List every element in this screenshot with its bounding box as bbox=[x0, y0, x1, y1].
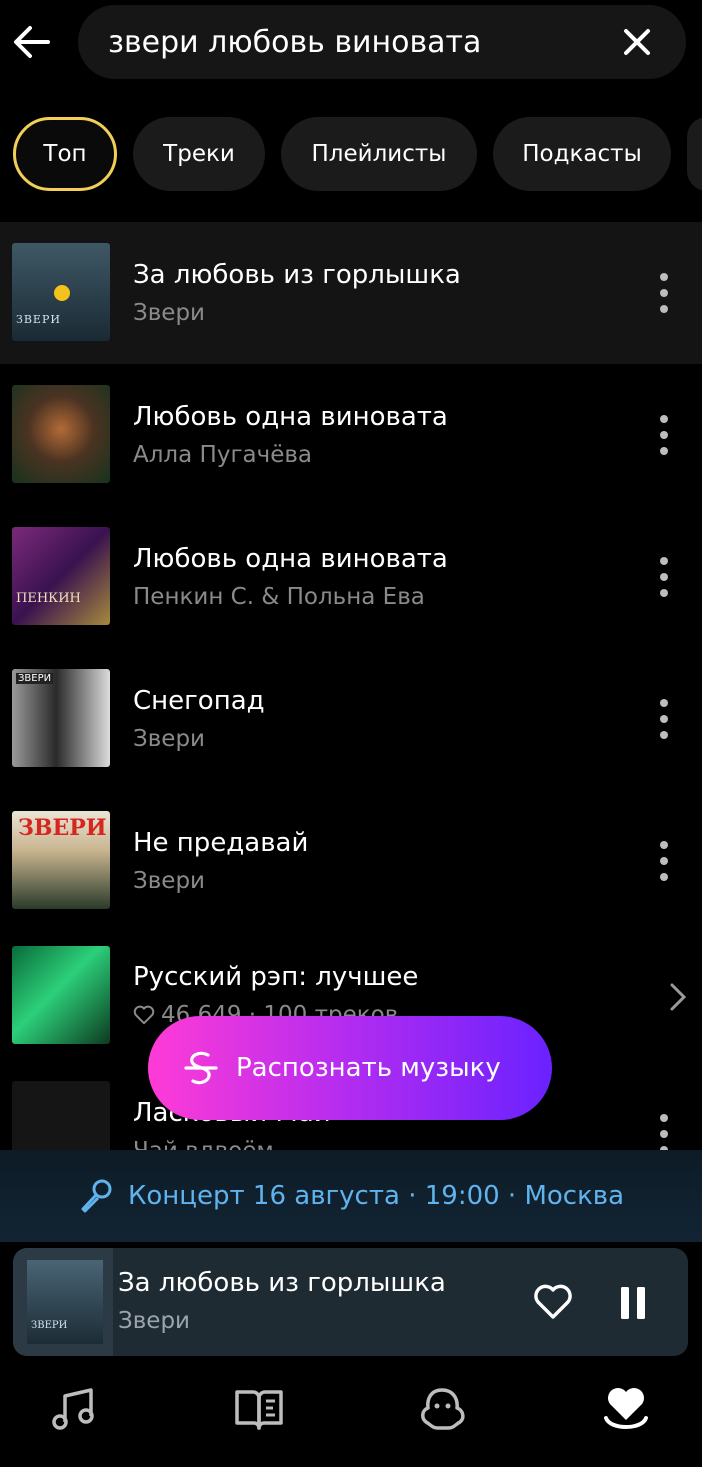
list-item[interactable]: ПЕНКИН Любовь одна виновата Пенкин С. & … bbox=[0, 506, 702, 648]
track-title: Любовь одна виновата bbox=[133, 544, 448, 574]
pause-button[interactable] bbox=[619, 1286, 647, 1324]
like-button[interactable] bbox=[533, 1282, 573, 1326]
search-query: звери любовь виновата bbox=[108, 25, 482, 60]
track-artist: Пенкин С. & Польна Ева bbox=[133, 584, 425, 610]
filter-chip-playlists[interactable]: Плейлисты bbox=[281, 117, 477, 191]
cover-text: ЗВЕРИ bbox=[16, 673, 54, 684]
heart-icon bbox=[133, 1005, 155, 1025]
more-options-button[interactable] bbox=[656, 555, 672, 599]
album-cover: ПЕНКИН bbox=[12, 527, 110, 625]
album-cover: ЗВЕРИ bbox=[12, 243, 110, 341]
more-dot bbox=[660, 415, 668, 423]
track-title: За любовь из горлышка bbox=[133, 260, 461, 290]
shazam-wave-icon bbox=[184, 1051, 218, 1085]
filter-chip-podcasts[interactable]: Подкасты bbox=[493, 117, 671, 191]
more-dot bbox=[660, 589, 668, 597]
nav-kids[interactable] bbox=[416, 1384, 468, 1436]
heart-icon bbox=[534, 1284, 572, 1319]
filter-chip-label: Подкасты bbox=[522, 141, 642, 167]
more-dot bbox=[660, 447, 668, 455]
track-title: Снегопад bbox=[133, 686, 265, 716]
back-button[interactable] bbox=[10, 20, 54, 64]
arrow-left-icon bbox=[14, 26, 50, 58]
microphone-icon bbox=[81, 1179, 112, 1213]
nav-collection[interactable] bbox=[600, 1384, 652, 1436]
concert-text: Концерт 16 августа · 19:00 · Москва bbox=[127, 1181, 625, 1211]
list-item[interactable]: Любовь одна виновата Алла Пугачёва bbox=[0, 364, 702, 506]
close-icon bbox=[624, 29, 650, 55]
recognize-music-button[interactable]: Распознать музыку bbox=[148, 1016, 552, 1120]
player-artist: Звери bbox=[118, 1308, 190, 1334]
more-dot bbox=[660, 305, 668, 313]
more-dot bbox=[660, 857, 668, 865]
track-title: Не предавай bbox=[133, 828, 309, 858]
track-title: Любовь одна виновата bbox=[133, 402, 448, 432]
filter-chip-tracks[interactable]: Треки bbox=[133, 117, 265, 191]
heart-collection-icon bbox=[604, 1388, 648, 1429]
track-artist: Звери bbox=[133, 868, 205, 894]
filter-chip-top[interactable]: Топ bbox=[13, 117, 117, 191]
player-cover-art: ЗВЕРИ bbox=[27, 1260, 103, 1344]
cover-text: ЗВЕРИ bbox=[31, 1320, 68, 1331]
cover-text: ЗВЕРИ bbox=[16, 313, 61, 326]
player-cover: ЗВЕРИ bbox=[13, 1248, 113, 1356]
track-artist: Чай вдвоём bbox=[133, 1138, 274, 1150]
more-options-button[interactable] bbox=[656, 839, 672, 883]
more-options-button[interactable] bbox=[656, 271, 672, 315]
album-cover bbox=[12, 1081, 110, 1150]
track-artist: Звери bbox=[133, 300, 205, 326]
more-dot bbox=[660, 699, 668, 707]
more-dot bbox=[660, 289, 668, 297]
more-options-button[interactable] bbox=[656, 697, 672, 741]
more-dot bbox=[660, 573, 668, 581]
playlist-title: Русский рэп: лучшее bbox=[133, 962, 419, 992]
album-cover: ЗВЕРИ bbox=[12, 811, 110, 909]
more-dot bbox=[660, 273, 668, 281]
playlist-cover bbox=[12, 946, 110, 1044]
track-artist: Алла Пугачёва bbox=[133, 442, 313, 468]
track-artist: Звери bbox=[133, 726, 205, 752]
more-dot bbox=[660, 1114, 668, 1122]
more-dot bbox=[660, 715, 668, 723]
search-input[interactable]: звери любовь виновата bbox=[78, 5, 686, 79]
more-options-button[interactable] bbox=[656, 1112, 672, 1150]
nav-music[interactable] bbox=[49, 1384, 101, 1436]
nav-books[interactable] bbox=[233, 1384, 285, 1436]
more-dot bbox=[660, 873, 668, 881]
mini-player[interactable]: ЗВЕРИ За любовь из горлышка Звери bbox=[13, 1248, 688, 1356]
music-note-icon bbox=[52, 1388, 94, 1430]
clear-search-button[interactable] bbox=[622, 27, 652, 57]
recognize-music-label: Распознать музыку bbox=[236, 1053, 501, 1083]
filter-chip-label: Плейлисты bbox=[311, 141, 447, 167]
filter-chip-label: Треки bbox=[163, 141, 235, 167]
more-dot bbox=[660, 557, 668, 565]
chevron-right-icon[interactable] bbox=[668, 982, 688, 1016]
more-options-button[interactable] bbox=[656, 413, 672, 457]
more-dot bbox=[660, 841, 668, 849]
filter-chip-more[interactable] bbox=[687, 117, 702, 191]
concert-banner[interactable]: Концерт 16 августа · 19:00 · Москва bbox=[0, 1150, 702, 1242]
more-dot bbox=[660, 431, 668, 439]
album-cover bbox=[12, 385, 110, 483]
list-item[interactable]: ЗВЕРИ Снегопад Звери bbox=[0, 648, 702, 790]
cover-text: ПЕНКИН bbox=[16, 591, 81, 606]
album-cover: ЗВЕРИ bbox=[12, 669, 110, 767]
list-item[interactable]: ЗВЕРИ Не предавай Звери bbox=[0, 790, 702, 932]
cover-text: ЗВЕРИ bbox=[18, 815, 107, 841]
cover-dot bbox=[54, 285, 70, 301]
filter-chip-label: Топ bbox=[43, 141, 87, 167]
pause-icon bbox=[621, 1287, 645, 1319]
book-icon bbox=[235, 1390, 283, 1430]
more-dot bbox=[660, 1130, 668, 1138]
list-item[interactable]: ЗВЕРИ За любовь из горлышка Звери bbox=[0, 222, 702, 364]
more-dot bbox=[660, 731, 668, 739]
player-track-title: За любовь из горлышка bbox=[118, 1268, 446, 1298]
kids-icon bbox=[421, 1388, 465, 1430]
